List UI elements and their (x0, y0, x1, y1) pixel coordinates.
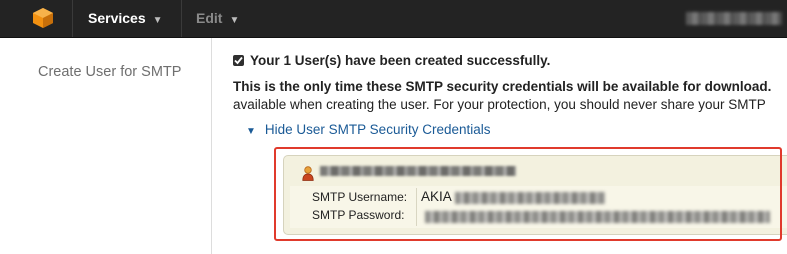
topbar-divider (181, 0, 182, 37)
highlight-box (274, 147, 782, 241)
edit-menu[interactable]: Edit ▼ (196, 0, 239, 37)
chevron-down-icon: ▼ (152, 15, 163, 26)
triangle-down-icon: ▼ (246, 126, 256, 137)
content-divider (211, 38, 212, 254)
services-menu-label: Services (88, 10, 146, 26)
credentials-warning-heading: This is the only time these SMTP securit… (233, 79, 772, 94)
checkbox-checked-icon (233, 55, 244, 66)
topbar-divider (72, 0, 73, 37)
chevron-down-icon: ▼ (229, 15, 240, 26)
success-message: Your 1 User(s) have been created success… (250, 53, 551, 68)
hide-credentials-label: Hide User SMTP Security Credentials (264, 122, 491, 137)
account-menu-redacted[interactable] (686, 12, 782, 25)
services-menu[interactable]: Services ▼ (88, 0, 163, 37)
credentials-warning-text: available when creating the user. For yo… (233, 97, 766, 112)
aws-cube-icon[interactable] (32, 7, 54, 29)
top-navigation-bar: Services ▼ Edit ▼ (0, 0, 787, 38)
edit-menu-label: Edit (196, 10, 223, 26)
hide-credentials-toggle[interactable]: ▼ Hide User SMTP Security Credentials (246, 122, 490, 137)
page-title: Create User for SMTP (38, 64, 182, 80)
